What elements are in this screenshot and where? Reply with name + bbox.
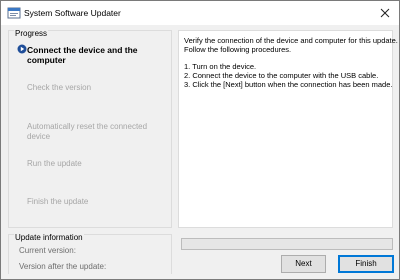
close-icon[interactable] bbox=[375, 5, 395, 21]
instruction-line: 3. Click the [Next] button when the conn… bbox=[184, 80, 393, 89]
step-run-update: Run the update bbox=[27, 159, 82, 168]
update-info-label: Update information bbox=[14, 233, 84, 242]
next-button[interactable]: Next bbox=[281, 255, 326, 273]
window-title: System Software Updater bbox=[24, 8, 121, 18]
instruction-line: Follow the following procedures. bbox=[184, 45, 292, 54]
instruction-line: Verify the connection of the device and … bbox=[184, 36, 398, 45]
current-version-label: Current version: bbox=[19, 246, 76, 255]
app-window-icon bbox=[7, 6, 21, 20]
progress-group-label: Progress bbox=[14, 29, 49, 38]
finish-button[interactable]: Finish bbox=[338, 255, 394, 273]
updater-window: System Software Updater Progress Connect… bbox=[0, 0, 400, 280]
step-check-version: Check the version bbox=[27, 83, 92, 92]
update-info-group: Update information Current version: Vers… bbox=[8, 233, 172, 274]
update-progress-bar bbox=[181, 238, 393, 250]
after-version-label: Version after the update: bbox=[19, 262, 107, 271]
instructions-panel: Verify the connection of the device and … bbox=[178, 30, 398, 228]
step-finish-update: Finish the update bbox=[27, 197, 89, 206]
instruction-line: 2. Connect the device to the computer wi… bbox=[184, 71, 379, 80]
title-bar[interactable]: System Software Updater bbox=[1, 1, 399, 25]
step-connect: Connect the device and the computer bbox=[27, 45, 138, 65]
step-reset-device: Automatically reset the connected device bbox=[27, 122, 148, 141]
play-circle-icon bbox=[17, 44, 27, 54]
instruction-line: 1. Turn on the device. bbox=[184, 62, 257, 71]
